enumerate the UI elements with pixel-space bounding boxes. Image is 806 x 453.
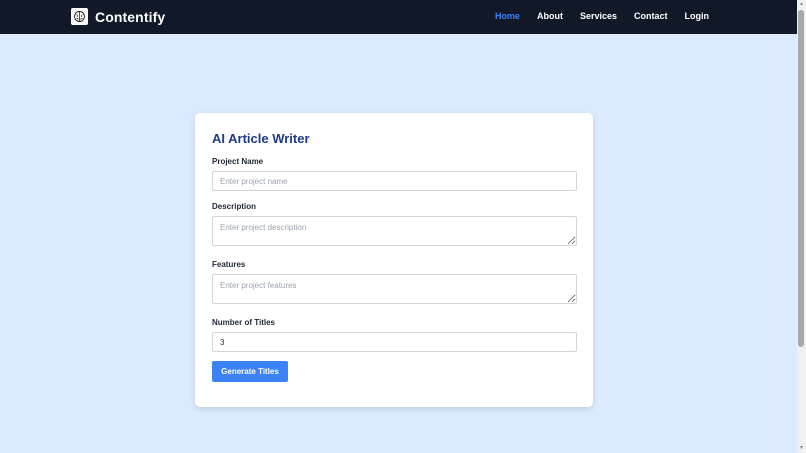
- article-writer-card: AI Article Writer Project Name Descripti…: [195, 113, 593, 407]
- generate-titles-button[interactable]: Generate Titles: [212, 361, 288, 382]
- scroll-down-icon[interactable]: ▼: [798, 445, 805, 452]
- navbar: Contentify Home About Services Contact L…: [0, 0, 797, 34]
- nav-login-link[interactable]: Login: [685, 11, 710, 21]
- project-name-input[interactable]: [212, 171, 577, 191]
- nav-links: Home About Services Contact Login: [495, 11, 709, 21]
- number-of-titles-label: Number of Titles: [212, 318, 275, 327]
- nav-services-link[interactable]: Services: [580, 11, 617, 21]
- features-label: Features: [212, 260, 246, 269]
- scroll-thumb[interactable]: [798, 10, 804, 347]
- brand[interactable]: Contentify: [71, 8, 165, 25]
- description-textarea[interactable]: [212, 216, 577, 246]
- scroll-up-icon[interactable]: ▲: [798, 1, 805, 8]
- project-name-label: Project Name: [212, 157, 264, 166]
- nav-contact-link[interactable]: Contact: [634, 11, 668, 21]
- nav-about-link[interactable]: About: [537, 11, 563, 21]
- number-of-titles-input[interactable]: [212, 332, 577, 352]
- brand-name: Contentify: [95, 8, 166, 25]
- brain-icon: [71, 8, 88, 25]
- page-title: AI Article Writer: [212, 131, 310, 146]
- nav-home-link[interactable]: Home: [495, 11, 520, 21]
- features-textarea[interactable]: [212, 274, 577, 304]
- description-label: Description: [212, 202, 257, 211]
- vertical-scrollbar[interactable]: ▲ ▼: [797, 0, 806, 453]
